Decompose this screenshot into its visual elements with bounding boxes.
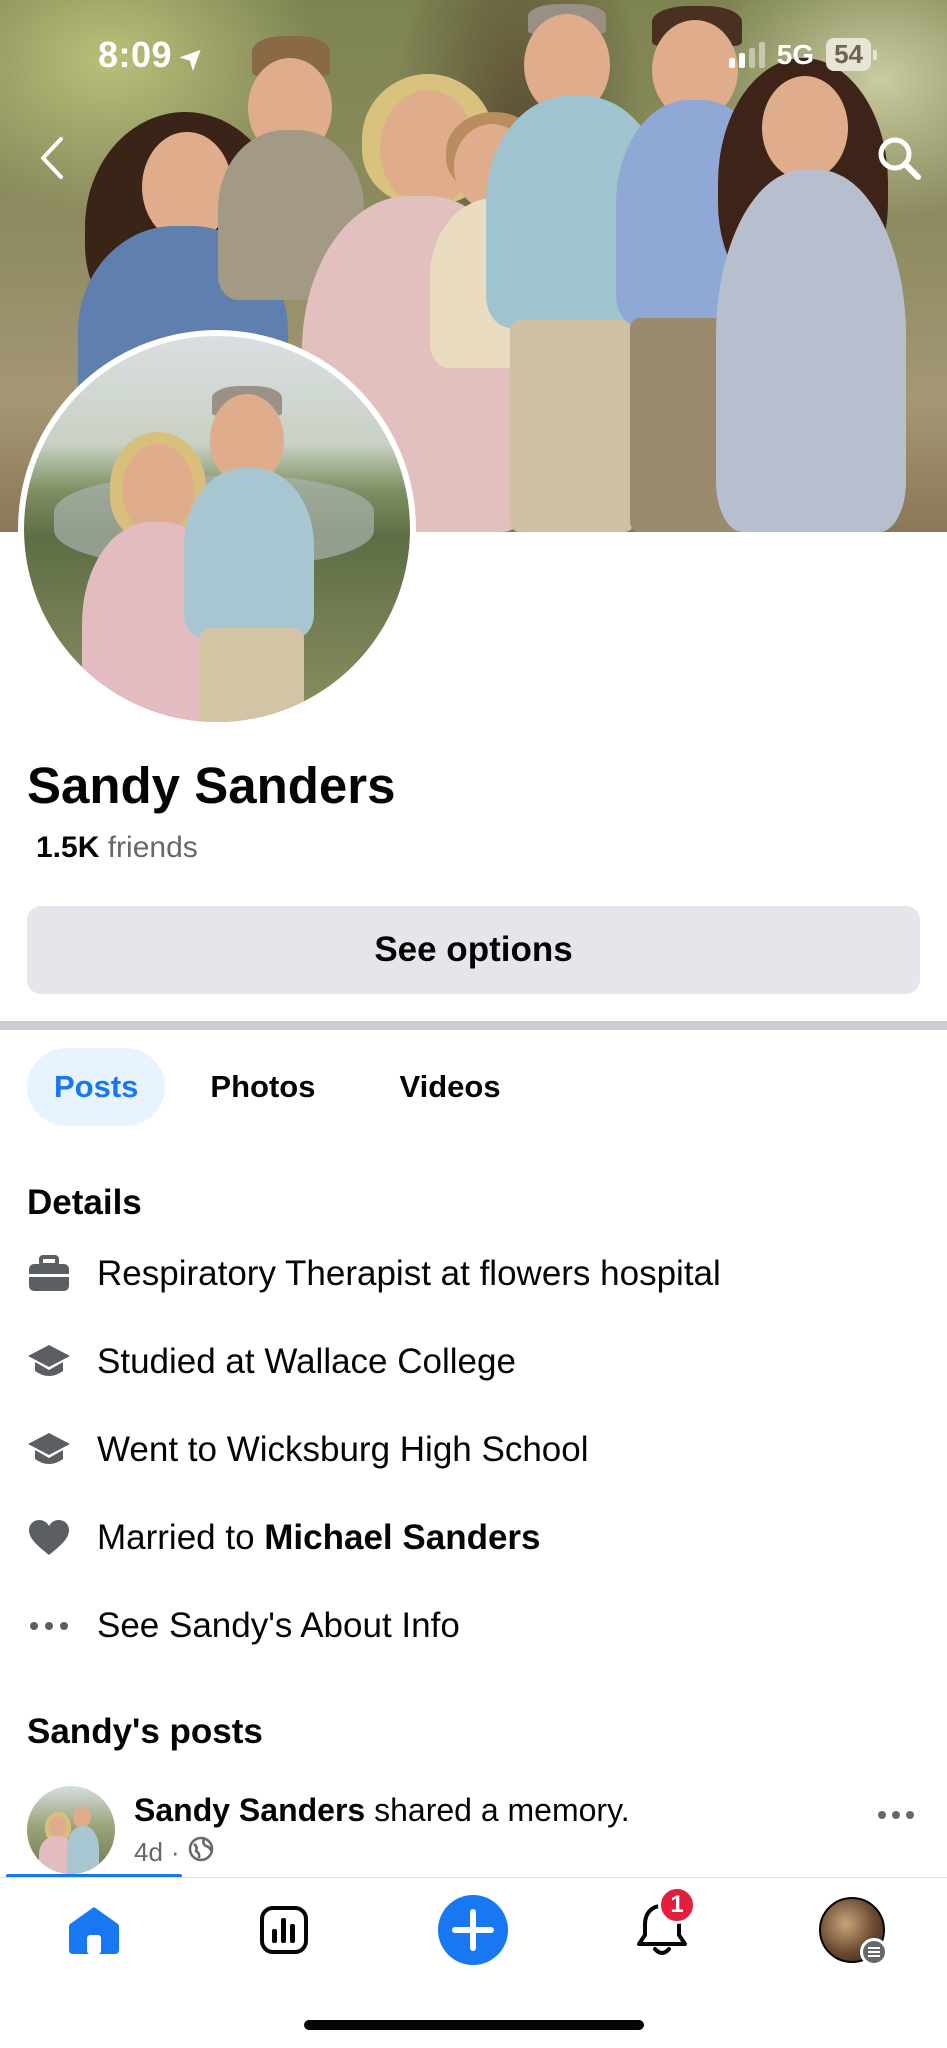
detail-high-school-text: Went to Wicksburg High School <box>97 1430 589 1469</box>
posts-section-title: Sandy's posts <box>27 1712 263 1751</box>
graduation-cap-icon <box>27 1340 71 1384</box>
location-arrow-icon: ➤ <box>172 36 214 79</box>
battery-level: 54 <box>826 38 871 71</box>
back-button[interactable] <box>22 128 82 188</box>
heart-icon <box>27 1516 71 1560</box>
dashboard-icon <box>260 1906 308 1954</box>
see-about-info-text: See Sandy's About Info <box>97 1606 460 1645</box>
home-indicator <box>304 2020 644 2030</box>
menu-icon <box>860 1938 888 1966</box>
tab-photos[interactable]: Photos <box>183 1048 342 1126</box>
nav-home[interactable] <box>54 1890 134 1970</box>
signal-icon <box>728 41 765 68</box>
profile-picture[interactable] <box>18 330 416 728</box>
more-dots-icon <box>27 1604 71 1648</box>
profile-tabs: Posts Photos Videos <box>27 1048 528 1126</box>
nav-profile-menu[interactable] <box>812 1890 892 1970</box>
see-about-info[interactable]: See Sandy's About Info <box>27 1604 460 1648</box>
tab-posts[interactable]: Posts <box>27 1048 166 1126</box>
create-icon <box>438 1895 508 1965</box>
nav-notifications[interactable]: 1 <box>622 1886 702 1970</box>
details-title: Details <box>27 1183 142 1222</box>
graduation-cap-icon <box>27 1428 71 1472</box>
detail-education-text: Studied at Wallace College <box>97 1342 516 1381</box>
nav-dashboard[interactable] <box>244 1890 324 1970</box>
detail-high-school[interactable]: Went to Wicksburg High School <box>27 1428 589 1472</box>
nav-create[interactable] <box>433 1890 513 1970</box>
bottom-navigation: 1 <box>0 1878 947 1988</box>
post-author-name[interactable]: Sandy Sanders <box>134 1792 365 1828</box>
section-divider <box>0 1021 947 1030</box>
profile-name: Sandy Sanders <box>27 757 396 814</box>
network-label: 5G <box>776 38 815 70</box>
tab-videos[interactable]: Videos <box>372 1048 527 1126</box>
post-header: Sandy Sanders shared a memory. <box>134 1792 630 1829</box>
search-icon <box>878 137 921 180</box>
status-indicators: 5G 54 <box>728 38 877 71</box>
post-action-text: shared a memory. <box>365 1792 630 1828</box>
notifications-badge: 1 <box>658 1886 696 1924</box>
post-meta: 4d · <box>134 1836 214 1869</box>
detail-work-text: Respiratory Therapist at flowers hospita… <box>97 1254 721 1293</box>
post-author-avatar[interactable] <box>27 1786 115 1874</box>
friends-label: friends <box>107 831 198 864</box>
friends-number: 1.5K <box>36 831 100 864</box>
post-time[interactable]: 4d <box>134 1837 163 1868</box>
spouse-name[interactable]: Michael Sanders <box>264 1518 540 1558</box>
profile-photo-image <box>24 336 410 722</box>
briefcase-icon <box>27 1252 71 1296</box>
detail-relationship[interactable]: Married to Michael Sanders <box>27 1516 541 1560</box>
battery-icon: 54 <box>826 38 877 71</box>
search-button[interactable] <box>869 128 929 188</box>
detail-education[interactable]: Studied at Wallace College <box>27 1340 516 1384</box>
see-options-button[interactable]: See options <box>27 906 920 994</box>
chevron-left-icon <box>41 137 63 179</box>
meta-separator: · <box>170 1837 180 1867</box>
home-icon <box>69 1907 119 1954</box>
more-horizontal-icon <box>878 1811 914 1819</box>
detail-work[interactable]: Respiratory Therapist at flowers hospita… <box>27 1252 721 1296</box>
globe-icon <box>188 1836 214 1869</box>
post-options-button[interactable] <box>877 1790 915 1829</box>
status-time: 8:09➤ <box>98 34 214 79</box>
friends-count[interactable]: 1.5K friends <box>36 831 198 865</box>
detail-relationship-prefix: Married to <box>97 1518 265 1557</box>
